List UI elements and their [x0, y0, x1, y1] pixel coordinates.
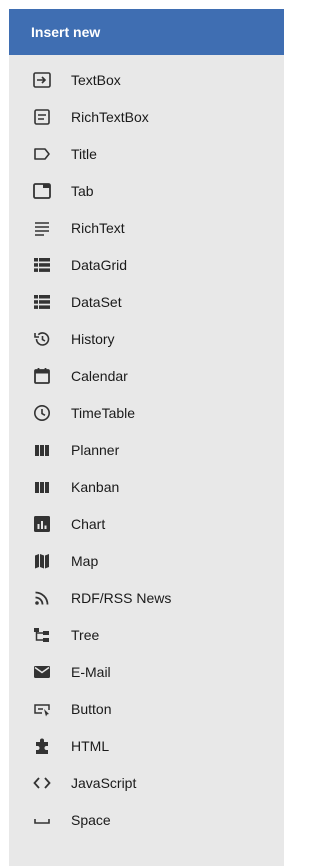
rss-icon [31, 587, 53, 609]
item-label: Space [71, 811, 111, 828]
chart-icon [31, 513, 53, 535]
calendar-icon [31, 365, 53, 387]
insert-item-datagrid[interactable]: DataGrid [9, 246, 284, 283]
textbox-icon [31, 69, 53, 91]
dataset-icon [31, 291, 53, 313]
insert-item-title[interactable]: Title [9, 135, 284, 172]
space-icon [31, 809, 53, 831]
email-icon [31, 661, 53, 683]
insert-item-button[interactable]: Button [9, 690, 284, 727]
item-label: Tree [71, 626, 100, 643]
html-icon [31, 735, 53, 757]
datagrid-icon [31, 254, 53, 276]
insert-item-map[interactable]: Map [9, 542, 284, 579]
insert-item-history[interactable]: History [9, 320, 284, 357]
item-label: JavaScript [71, 774, 137, 791]
insert-items-list: TextBox RichTextBox Title Tab RichText D… [9, 55, 284, 838]
richtextbox-icon [31, 106, 53, 128]
item-label: Title [71, 145, 97, 162]
item-label: Kanban [71, 478, 120, 495]
insert-item-javascript[interactable]: JavaScript [9, 764, 284, 801]
title-icon [31, 143, 53, 165]
tab-icon [31, 180, 53, 202]
insert-item-textbox[interactable]: TextBox [9, 61, 284, 98]
button-icon [31, 698, 53, 720]
insert-item-chart[interactable]: Chart [9, 505, 284, 542]
insert-item-space[interactable]: Space [9, 801, 284, 838]
insert-new-panel: Insert new TextBox RichTextBox Title Tab… [9, 9, 284, 866]
tree-icon [31, 624, 53, 646]
javascript-icon [31, 772, 53, 794]
insert-item-tree[interactable]: Tree [9, 616, 284, 653]
history-icon [31, 328, 53, 350]
item-label: RichTextBox [71, 108, 149, 125]
insert-item-richtextbox[interactable]: RichTextBox [9, 98, 284, 135]
item-label: HTML [71, 737, 110, 754]
panel-title: Insert new [31, 24, 101, 40]
planner-icon [31, 439, 53, 461]
insert-item-html[interactable]: HTML [9, 727, 284, 764]
insert-item-email[interactable]: E-Mail [9, 653, 284, 690]
item-label: Planner [71, 441, 120, 458]
insert-item-timetable[interactable]: TimeTable [9, 394, 284, 431]
item-label: Tab [71, 182, 94, 199]
panel-header: Insert new [9, 9, 284, 55]
item-label: Map [71, 552, 99, 569]
insert-item-planner[interactable]: Planner [9, 431, 284, 468]
insert-item-calendar[interactable]: Calendar [9, 357, 284, 394]
item-label: History [71, 330, 115, 347]
kanban-icon [31, 476, 53, 498]
item-label: E-Mail [71, 663, 111, 680]
item-label: Chart [71, 515, 106, 532]
item-label: DataGrid [71, 256, 128, 273]
insert-item-richtext[interactable]: RichText [9, 209, 284, 246]
timetable-icon [31, 402, 53, 424]
map-icon [31, 550, 53, 572]
item-label: Calendar [71, 367, 128, 384]
insert-item-kanban[interactable]: Kanban [9, 468, 284, 505]
item-label: RDF/RSS News [71, 589, 172, 606]
richtext-icon [31, 217, 53, 239]
insert-item-tab[interactable]: Tab [9, 172, 284, 209]
item-label: Button [71, 700, 112, 717]
item-label: TextBox [71, 71, 121, 88]
insert-item-rdf-rss-news[interactable]: RDF/RSS News [9, 579, 284, 616]
item-label: RichText [71, 219, 125, 236]
insert-item-dataset[interactable]: DataSet [9, 283, 284, 320]
item-label: TimeTable [71, 404, 136, 421]
item-label: DataSet [71, 293, 122, 310]
